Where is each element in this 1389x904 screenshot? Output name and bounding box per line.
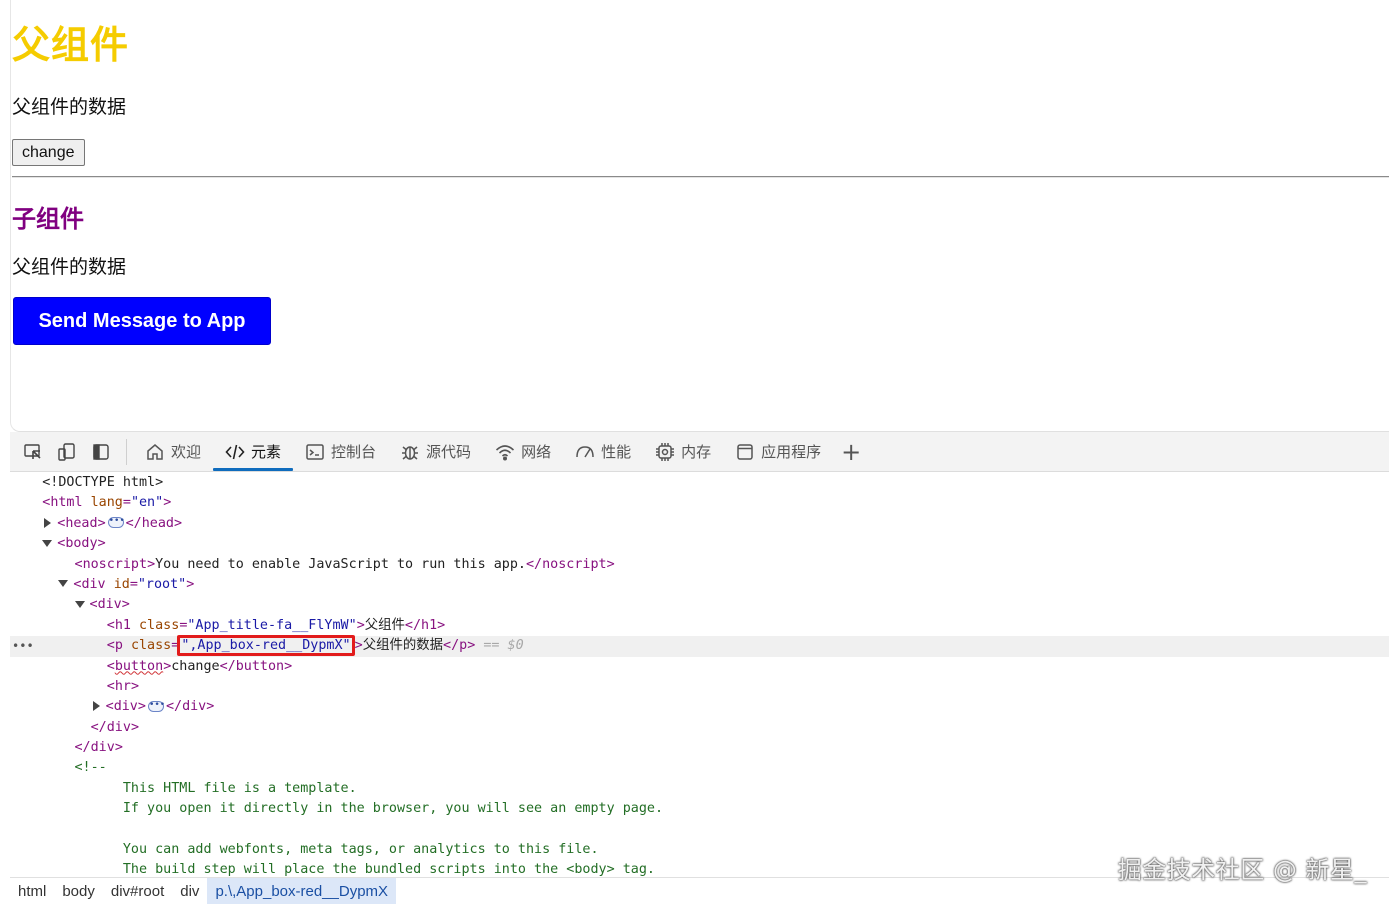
toolbar-separator <box>126 438 127 465</box>
tab-application[interactable]: 应用程序 <box>723 432 833 472</box>
tree-line-comment[interactable]: This HTML file is a template. <box>10 779 1389 799</box>
tab-label: 源代码 <box>426 443 472 461</box>
tree-line-noscript[interactable]: <noscript>You need to enable JavaScript … <box>10 555 1389 575</box>
code-icon <box>225 444 245 459</box>
child-title: 子组件 <box>12 205 84 233</box>
bug-icon <box>402 445 419 460</box>
console-icon <box>306 443 324 460</box>
tab-label: 性能 <box>601 443 632 461</box>
tree-line-comment[interactable]: If you open it directly in the browser, … <box>10 799 1389 819</box>
tab-elements[interactable]: 元素 <box>213 432 294 472</box>
child-data-text: 父组件的数据 <box>12 256 127 278</box>
tab-sources[interactable]: 源代码 <box>388 432 483 472</box>
collapse-arrow-icon[interactable] <box>58 580 69 588</box>
tab-label: 控制台 <box>331 443 377 461</box>
ellipsis-icon[interactable]: ••• <box>107 517 125 529</box>
gauge-icon <box>576 445 594 457</box>
tab-network[interactable]: 网络 <box>483 432 563 472</box>
expand-arrow-icon[interactable] <box>44 517 52 528</box>
tree-line-comment[interactable] <box>10 820 1389 840</box>
tab-label: 元素 <box>251 443 282 461</box>
horizontal-rule <box>12 176 1389 178</box>
tab-welcome[interactable]: 欢迎 <box>133 432 213 472</box>
tab-console[interactable]: 控制台 <box>293 432 388 472</box>
tree-line-div-root-close[interactable]: </div> <box>10 738 1389 758</box>
tab-memory[interactable]: 内存 <box>643 432 723 472</box>
page-viewport: 父组件 父组件的数据 change 子组件 父组件的数据 Send Messag… <box>10 0 1389 432</box>
tree-line-button[interactable]: <button>change</button> <box>10 657 1389 677</box>
inspect-element-icon[interactable] <box>22 441 44 463</box>
chip-icon <box>656 442 675 461</box>
tree-line-hr[interactable]: <hr> <box>10 677 1389 697</box>
breadcrumb-html[interactable]: html <box>10 878 54 904</box>
tab-label: 欢迎 <box>171 443 202 461</box>
wifi-icon <box>496 444 515 461</box>
tree-line-p-selected[interactable]: ••• <p class= ",App_box-red__DypmX" >父组件的数… <box>10 635 1389 657</box>
tree-line-body[interactable]: <body> <box>10 534 1389 554</box>
more-dots-icon[interactable]: ••• <box>12 636 34 656</box>
breadcrumb-div[interactable]: div <box>172 878 207 904</box>
send-message-button[interactable]: Send Message to App <box>13 297 271 345</box>
tree-line-comment-open[interactable]: <!-- <box>10 758 1389 778</box>
breadcrumb-div-root[interactable]: div#root <box>103 878 172 904</box>
dock-side-icon[interactable] <box>90 441 112 463</box>
app-window-icon <box>737 443 753 460</box>
device-emulation-icon[interactable] <box>56 441 78 463</box>
tree-line-div-close[interactable]: </div> <box>10 718 1389 738</box>
tree-line-div[interactable]: <div> <box>10 595 1389 615</box>
breadcrumb-body[interactable]: body <box>54 878 103 904</box>
parent-title: 父组件 <box>12 23 130 67</box>
tree-line-html[interactable]: <html lang="en"> <box>10 493 1389 513</box>
collapse-arrow-icon[interactable] <box>74 600 85 608</box>
plus-icon[interactable]: + <box>841 440 861 464</box>
home-icon <box>147 443 163 460</box>
tab-label: 内存 <box>681 443 712 461</box>
devtools-toolbar: 欢迎 元素 控制台 源代码 网络 性能 内存 应用程序 + <box>10 432 1389 472</box>
tree-line-div-root[interactable]: <div id="root"> <box>10 575 1389 595</box>
parent-data-text: 父组件的数据 <box>12 96 127 118</box>
tree-line-child-div[interactable]: <div> •••</div> <box>10 697 1389 717</box>
tree-line-h1[interactable]: <h1 class="App_title-fa__FlYmW">父组件</h1> <box>10 616 1389 636</box>
tree-line-doctype[interactable]: <!DOCTYPE html> <box>10 473 1389 493</box>
tab-label: 网络 <box>521 443 552 461</box>
ellipsis-icon[interactable]: ••• <box>147 700 165 712</box>
tab-label: 应用程序 <box>761 443 822 461</box>
expand-arrow-icon[interactable] <box>92 701 100 712</box>
tree-line-head[interactable]: <head> •••</head> <box>10 514 1389 534</box>
elements-tree: <!DOCTYPE html> <html lang="en"> <head> •… <box>10 473 1389 877</box>
highlight-box: ",App_box-red__DypmX" <box>177 635 355 657</box>
change-button[interactable]: change <box>12 139 85 166</box>
collapse-arrow-icon[interactable] <box>42 539 53 547</box>
watermark: 掘金技术社区 @ 新星_ <box>1117 856 1367 884</box>
tab-performance[interactable]: 性能 <box>563 432 643 472</box>
breadcrumb-p[interactable]: p.\,App_box-red__DypmX <box>207 878 397 904</box>
